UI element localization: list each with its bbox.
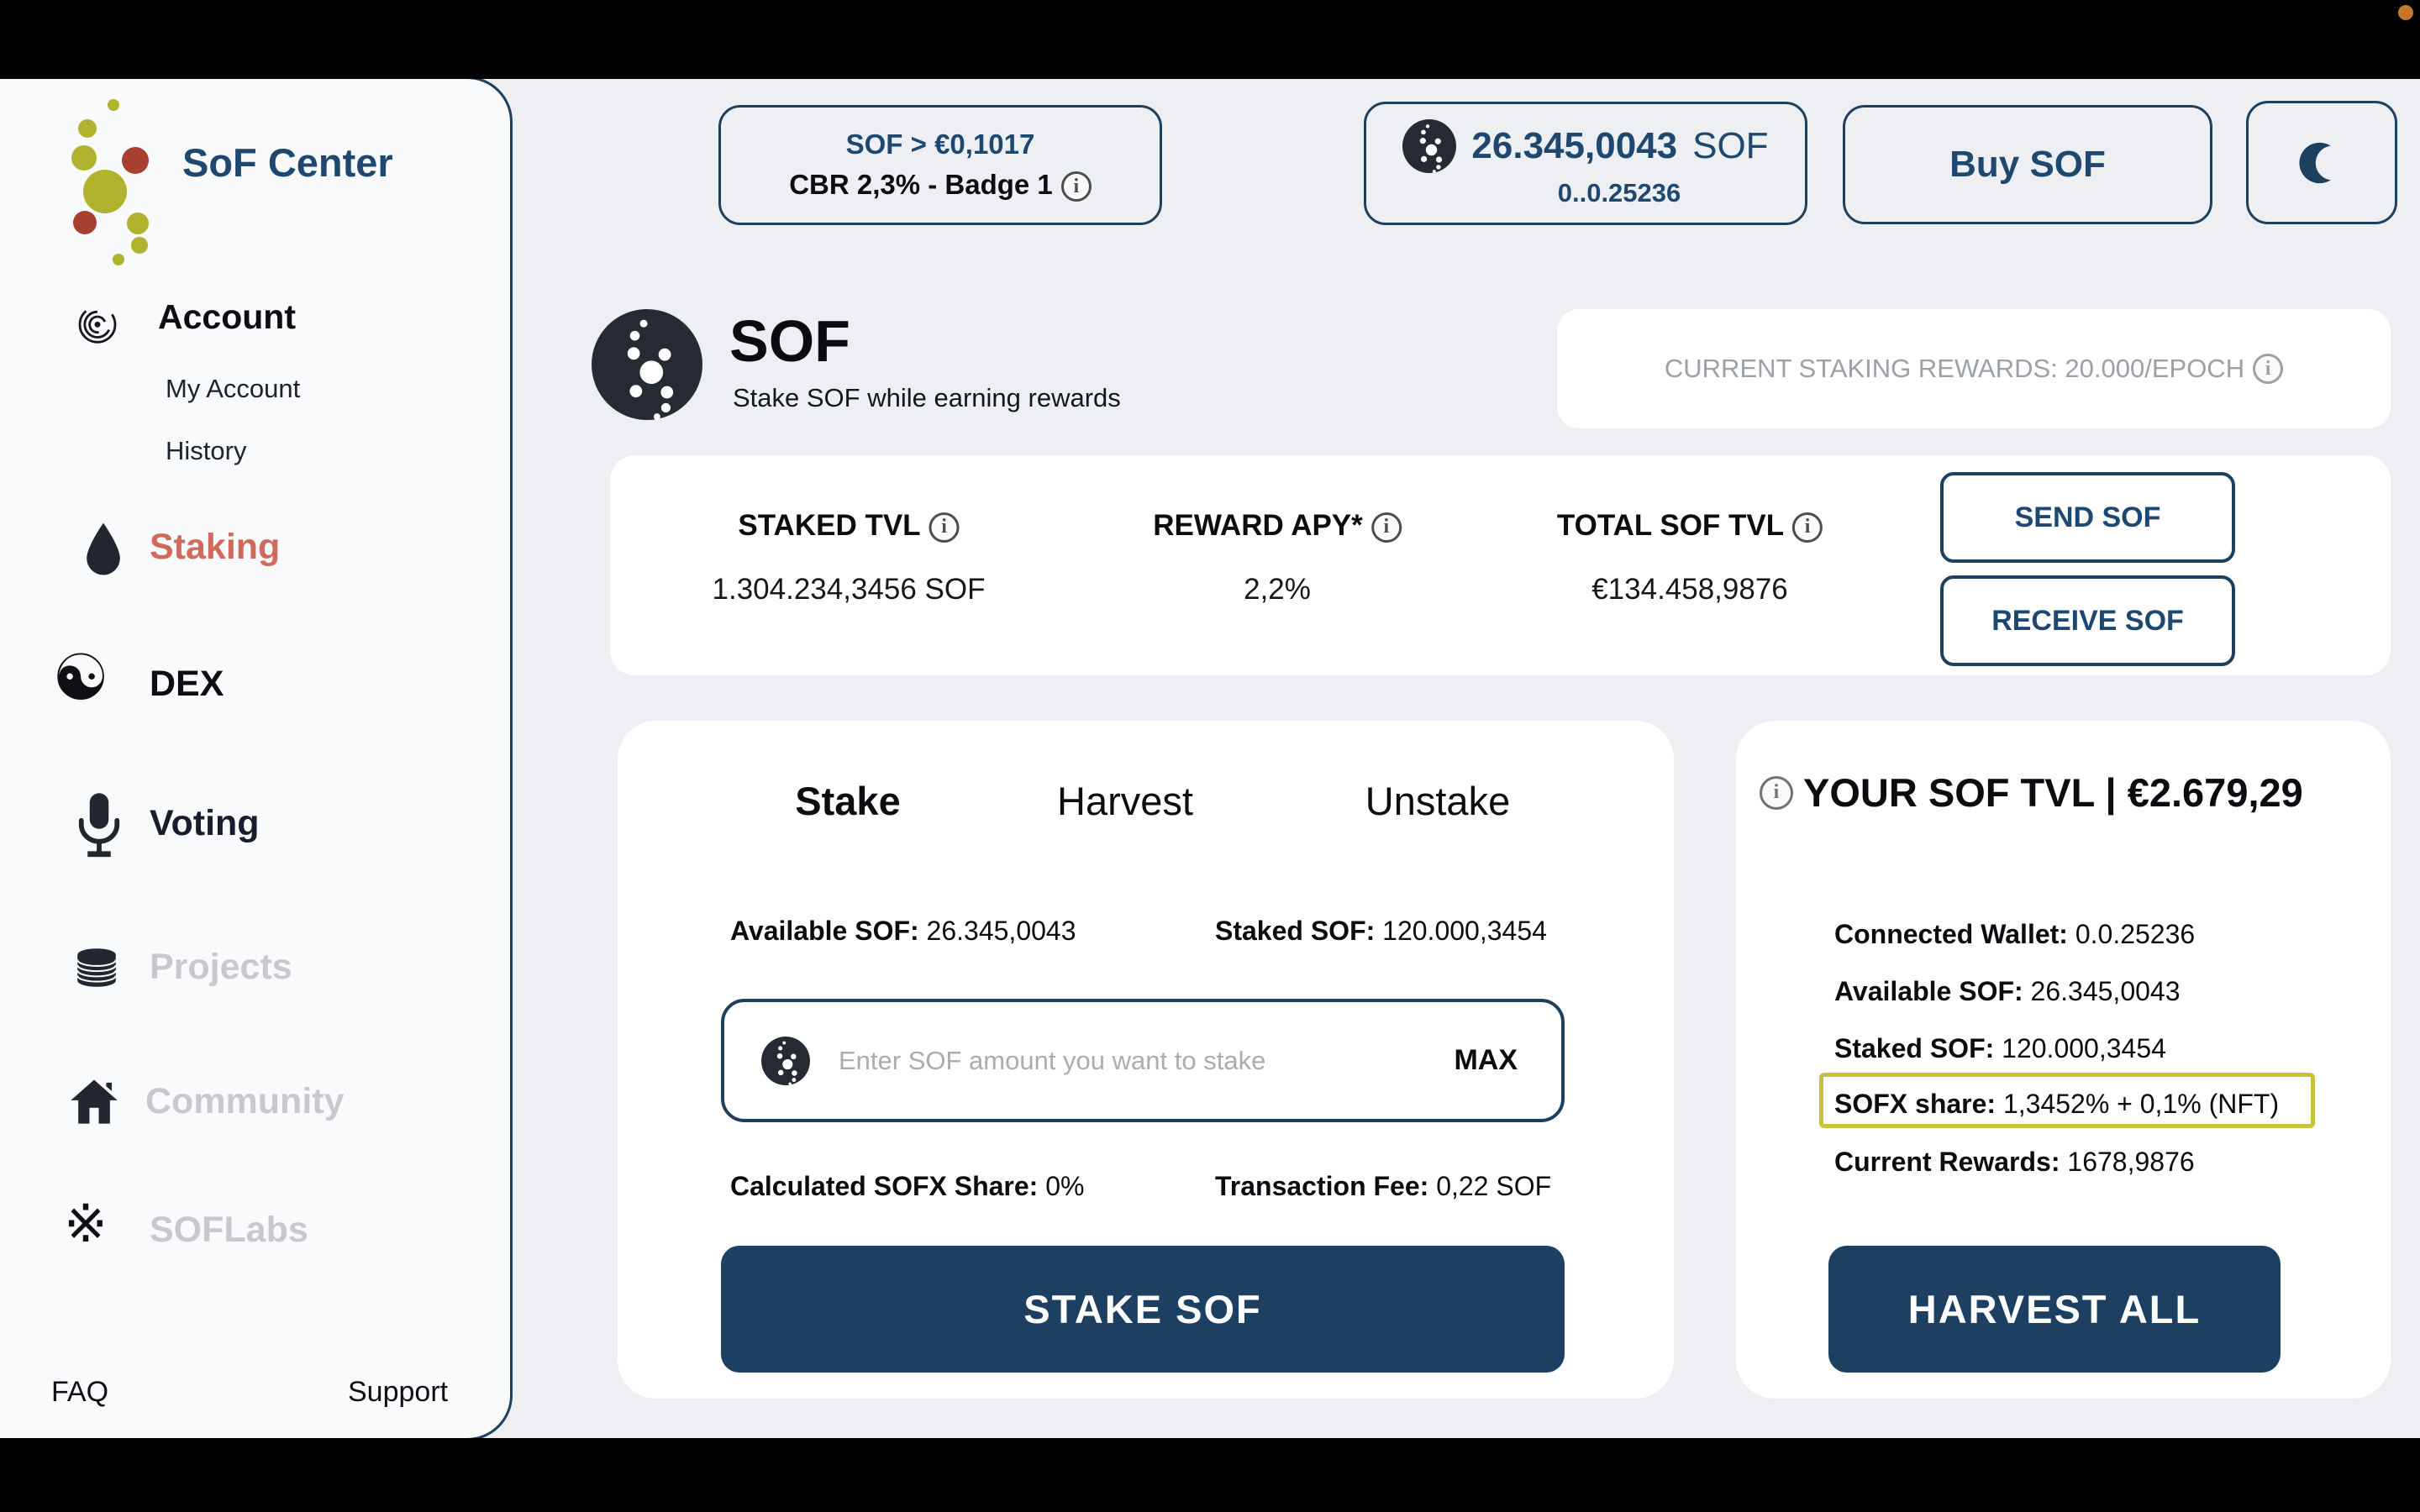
- sidebar-item-projects[interactable]: Projects: [0, 942, 504, 994]
- calculated-share-line: Calculated SOFX Share: 0%: [730, 1171, 1084, 1202]
- panel-title: i YOUR SOF TVL | €2.679,29: [1760, 769, 2303, 816]
- sof-coin-icon: [1402, 119, 1456, 173]
- sidebar-item-community[interactable]: Community: [0, 1074, 504, 1128]
- faq-link[interactable]: FAQ: [51, 1376, 108, 1409]
- sof-logo-icon: [592, 309, 702, 420]
- reward-apy-value: 2,2%: [1153, 573, 1402, 606]
- stats-card: STAKED TVLi 1.304.234,3456 SOF REWARD AP…: [610, 455, 2391, 675]
- coin-stack-icon: [72, 945, 121, 990]
- info-icon[interactable]: i: [929, 512, 960, 543]
- price-cbr-button[interactable]: SOF > €0,1017 CBR 2,3% - Badge 1i: [718, 105, 1162, 225]
- max-button[interactable]: MAX: [1454, 1044, 1518, 1077]
- info-icon[interactable]: i: [1792, 512, 1823, 543]
- app-window: SoF Center Account My Account History: [0, 0, 2420, 1512]
- top-black-bar: [0, 0, 2420, 79]
- wallet-balance: 26.345,0043: [1471, 125, 1677, 167]
- staked-sof-line: Staked SOF: 120.000,3454: [1215, 916, 1547, 947]
- sidebar-item-label: Community: [145, 1081, 345, 1122]
- moon-icon: [2297, 139, 2346, 187]
- brand-title: SoF Center: [182, 139, 393, 186]
- info-icon[interactable]: i: [1371, 512, 1402, 543]
- stake-sof-button[interactable]: STAKE SOF: [721, 1246, 1565, 1373]
- sidebar-item-label: Projects: [150, 947, 292, 988]
- bottom-black-bar: [0, 1438, 2420, 1512]
- staked-tvl-stat: STAKED TVLi 1.304.234,3456 SOF: [713, 509, 986, 606]
- sidebar-item-account[interactable]: Account: [0, 296, 504, 349]
- sidebar-item-soflabs[interactable]: ※ SOFLabs: [0, 1201, 504, 1257]
- available-sof-row: Available SOF: 26.345,0043: [1834, 976, 2181, 1007]
- info-icon[interactable]: i: [2253, 354, 2283, 384]
- info-icon[interactable]: i: [1061, 171, 1092, 202]
- wallet-currency: SOF: [1692, 125, 1768, 167]
- harvest-all-button[interactable]: HARVEST ALL: [1828, 1246, 2281, 1373]
- sidebar-item-label: Voting: [150, 803, 260, 844]
- buy-sof-button[interactable]: Buy SOF: [1843, 105, 2212, 224]
- sidebar-item-history[interactable]: History: [166, 436, 401, 475]
- page-subtitle: Stake SOF while earning rewards: [733, 383, 1121, 413]
- wallet-account-id: 0..0.25236: [1558, 178, 1681, 208]
- current-rewards-row: Current Rewards: 1678,9876: [1834, 1147, 2195, 1178]
- your-sof-tvl-panel: i YOUR SOF TVL | €2.679,29 Connected Wal…: [1736, 721, 2391, 1399]
- sidebar-item-voting[interactable]: Voting: [0, 787, 504, 868]
- main-background: SoF Center Account My Account History: [0, 79, 2420, 1438]
- fingerprint-icon: [74, 297, 121, 348]
- sidebar: SoF Center Account My Account History: [0, 79, 510, 1438]
- sidebar-item-label: Account: [158, 297, 296, 337]
- sofx-share-row: SOFX share: 1,3452% + 0,1% (NFT): [1834, 1089, 2279, 1120]
- sof-price-text: SOF > €0,1017: [846, 129, 1035, 160]
- receive-sof-button[interactable]: RECEIVE SOF: [1940, 575, 2235, 666]
- microphone-icon: [74, 789, 124, 863]
- info-icon[interactable]: i: [1760, 776, 1793, 810]
- page-title: SOF: [729, 307, 850, 375]
- sof-center-logo-icon: [67, 97, 168, 269]
- sidebar-item-label: SOFLabs: [150, 1210, 308, 1251]
- connected-wallet-row: Connected Wallet: 0.0.25236: [1834, 919, 2195, 950]
- sidebar-item-dex[interactable]: ☯ DEX: [0, 647, 504, 724]
- house-icon: [68, 1076, 120, 1126]
- droplet-icon: [80, 521, 127, 576]
- staked-tvl-value: 1.304.234,3456 SOF: [713, 573, 986, 606]
- wallet-button[interactable]: 26.345,0043 SOF 0..0.25236: [1364, 102, 1807, 225]
- yin-yang-icon: ☯: [52, 643, 109, 714]
- transaction-fee-line: Transaction Fee: 0,22 SOF: [1215, 1171, 1551, 1202]
- total-sof-tvl-value: €134.458,9876: [1557, 573, 1823, 606]
- stake-panel: Stake Harvest Unstake Available SOF: 26.…: [618, 721, 1674, 1399]
- stake-amount-input[interactable]: [839, 1046, 1425, 1076]
- cbr-badge-text: CBR 2,3% - Badge 1i: [789, 169, 1092, 202]
- stake-amount-field: MAX: [721, 999, 1565, 1122]
- record-indicator-dot: [2398, 5, 2413, 20]
- available-sof-line: Available SOF: 26.345,0043: [730, 916, 1076, 947]
- reward-apy-stat: REWARD APY*i 2,2%: [1153, 509, 1402, 606]
- tab-unstake[interactable]: Unstake: [1365, 778, 1510, 824]
- theme-toggle-button[interactable]: [2246, 101, 2397, 224]
- staked-sof-row: Staked SOF: 120.000,3454: [1834, 1033, 2166, 1064]
- tab-harvest[interactable]: Harvest: [1057, 778, 1193, 824]
- tab-stake[interactable]: Stake: [795, 778, 900, 824]
- send-sof-button[interactable]: SEND SOF: [1940, 472, 2235, 563]
- sidebar-item-staking[interactable]: Staking: [0, 519, 504, 583]
- staking-rewards-banner: CURRENT STAKING REWARDS: 20.000/EPOCHi: [1557, 309, 2391, 428]
- sof-coin-icon: [761, 1037, 810, 1085]
- sidebar-item-label: Staking: [150, 527, 280, 568]
- reference-mark-icon: ※: [64, 1194, 108, 1255]
- sidebar-item-my-account[interactable]: My Account: [166, 374, 401, 412]
- sidebar-item-label: DEX: [150, 664, 224, 705]
- total-sof-tvl-stat: TOTAL SOF TVLi €134.458,9876: [1557, 509, 1823, 606]
- support-link[interactable]: Support: [348, 1376, 448, 1409]
